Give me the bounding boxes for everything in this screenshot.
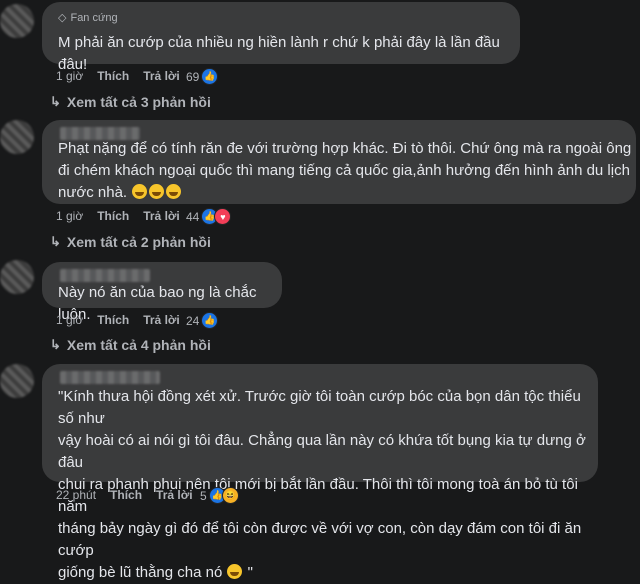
like-icon: 👍 xyxy=(201,312,219,329)
like-icon: 👍 xyxy=(201,68,219,85)
reply-arrow-icon: ↳ xyxy=(50,337,61,352)
reaction-count: 5 xyxy=(200,488,207,503)
comment-text: "Kính thưa hội đồng xét xử. Trước giờ tô… xyxy=(58,388,586,581)
like-button[interactable]: Thích xyxy=(97,69,129,83)
diamond-icon: ◇ xyxy=(58,12,67,24)
comment-time[interactable]: 1 giờ xyxy=(56,209,83,223)
comment-time[interactable]: 1 giờ xyxy=(56,313,83,327)
like-button[interactable]: Thích xyxy=(97,313,129,327)
like-button[interactable]: Thích xyxy=(110,488,142,502)
author-name-redacted xyxy=(60,371,160,384)
view-replies-link[interactable]: ↳ Xem tất cả 4 phản hồi xyxy=(50,337,211,353)
comment-text: Phạt nặng để có tính răn đe với trường h… xyxy=(58,140,632,201)
commenter-avatar[interactable] xyxy=(0,260,34,294)
reaction-count: 24 xyxy=(186,313,200,328)
reply-button[interactable]: Trả lời xyxy=(156,488,193,502)
view-replies-link[interactable]: ↳ Xem tất cả 2 phản hồi xyxy=(50,234,211,250)
comment-bubble: Này nó ăn của bao ng là chắc luôn. xyxy=(42,262,282,323)
commenter-avatar[interactable] xyxy=(0,120,34,154)
grin-emoji-icon xyxy=(166,184,182,199)
reply-button[interactable]: Trả lời xyxy=(143,209,180,223)
reaction-summary[interactable]: 24 👍 xyxy=(186,312,219,329)
reply-button[interactable]: Trả lời xyxy=(143,69,180,83)
comment-actions: 22 phút Thích Trả lời xyxy=(56,488,207,502)
comment-bubble: ◇ Fan cứng M phải ăn cướp của nhiều ng h… xyxy=(42,2,520,73)
reply-arrow-icon: ↳ xyxy=(50,94,61,109)
comment-actions: 1 giờ Thích Trả lời xyxy=(56,69,194,83)
comment-time[interactable]: 22 phút xyxy=(56,488,96,502)
like-button[interactable]: Thích xyxy=(97,209,129,223)
heart-icon: ♥ xyxy=(214,208,232,225)
reaction-count: 69 xyxy=(186,69,200,84)
view-replies-link[interactable]: ↳ Xem tất cả 3 phản hồi xyxy=(50,94,211,110)
comment-bubble: Phạt nặng để có tính răn đe với trường h… xyxy=(42,120,636,204)
comment-actions: 1 giờ Thích Trả lời xyxy=(56,313,194,327)
reaction-count: 44 xyxy=(186,209,200,224)
reaction-summary[interactable]: 44 👍 ♥ xyxy=(186,208,232,225)
grin-emoji-icon xyxy=(149,184,165,199)
reply-arrow-icon: ↳ xyxy=(50,234,61,249)
smile-emoji-icon xyxy=(227,564,243,579)
author-name-redacted xyxy=(60,269,150,282)
commenter-avatar[interactable] xyxy=(0,4,34,38)
reaction-summary[interactable]: 69 👍 xyxy=(186,68,219,85)
grin-emoji-icon xyxy=(132,184,148,199)
commenter-avatar[interactable] xyxy=(0,364,34,398)
reaction-summary[interactable]: 5 👍 😆 xyxy=(200,487,239,504)
comment-time[interactable]: 1 giờ xyxy=(56,69,83,83)
reply-button[interactable]: Trả lời xyxy=(143,313,180,327)
comment-bubble: "Kính thưa hội đồng xét xử. Trước giờ tô… xyxy=(42,364,598,581)
comment-actions: 1 giờ Thích Trả lời xyxy=(56,209,194,223)
fan-badge: ◇ Fan cứng xyxy=(58,11,118,25)
haha-icon: 😆 xyxy=(221,487,239,504)
